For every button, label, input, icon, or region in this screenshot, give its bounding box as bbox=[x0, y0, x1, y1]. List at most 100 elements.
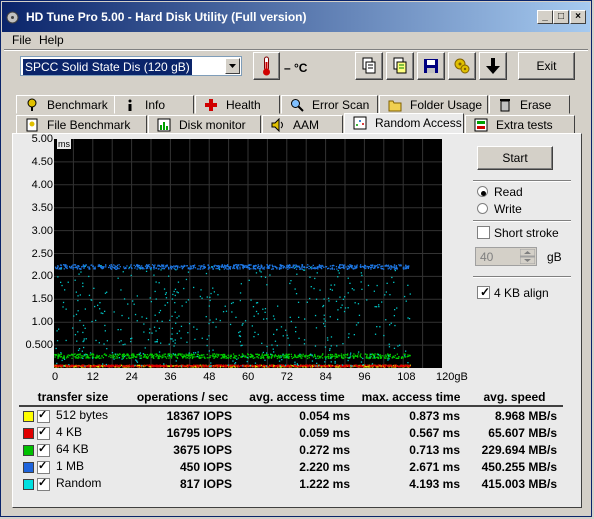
data-point bbox=[261, 342, 263, 344]
data-point bbox=[102, 267, 105, 269]
data-point bbox=[341, 355, 343, 357]
data-point bbox=[380, 267, 382, 270]
series-checkbox[interactable] bbox=[37, 476, 50, 491]
data-point bbox=[334, 360, 336, 363]
tab-health[interactable]: Health bbox=[195, 95, 280, 114]
temperature-button[interactable] bbox=[253, 52, 280, 80]
tab-aam[interactable]: AAM bbox=[262, 115, 343, 134]
data-point bbox=[266, 356, 268, 359]
data-point bbox=[292, 264, 294, 266]
data-point bbox=[210, 365, 212, 367]
data-point bbox=[279, 264, 281, 266]
tab-benchmark[interactable]: Benchmark bbox=[16, 95, 115, 114]
data-point bbox=[237, 357, 239, 359]
x-tick-label: 48 bbox=[203, 371, 216, 383]
data-point bbox=[311, 266, 313, 268]
data-point bbox=[155, 281, 157, 283]
data-point bbox=[203, 354, 205, 356]
maximize-button[interactable]: □ bbox=[553, 10, 569, 24]
copy-all-button[interactable] bbox=[386, 52, 414, 80]
data-point bbox=[73, 315, 75, 317]
data-point bbox=[255, 310, 258, 313]
tab-disk-monitor[interactable]: Disk monitor bbox=[148, 115, 261, 134]
data-point bbox=[262, 308, 264, 310]
tab-erase[interactable]: Erase bbox=[489, 95, 570, 114]
start-button[interactable]: Start bbox=[477, 146, 553, 170]
tab-extra-tests[interactable]: Extra tests bbox=[465, 115, 575, 134]
data-point bbox=[136, 295, 138, 297]
data-point bbox=[79, 353, 81, 356]
data-point bbox=[87, 356, 90, 358]
spinner-arrows-icon[interactable] bbox=[520, 249, 535, 264]
exit-button[interactable]: Exit bbox=[518, 52, 575, 80]
data-point bbox=[180, 365, 183, 367]
start-button-label: Start bbox=[502, 151, 528, 165]
drive-select[interactable]: SPCC Solid State Dis (120 gB) bbox=[20, 56, 242, 76]
data-point bbox=[383, 357, 386, 359]
tab-random-access[interactable]: Random Access bbox=[344, 113, 464, 133]
align-label: 4 KB align bbox=[494, 286, 549, 300]
data-point bbox=[399, 364, 402, 367]
series-checkbox[interactable] bbox=[37, 408, 50, 423]
data-point bbox=[98, 342, 100, 344]
save-button[interactable] bbox=[417, 52, 445, 80]
data-point bbox=[405, 350, 407, 352]
data-point bbox=[294, 264, 296, 266]
data-point bbox=[117, 277, 119, 279]
data-point bbox=[247, 365, 249, 368]
data-point bbox=[183, 264, 185, 267]
tab-file-benchmark[interactable]: File Benchmark bbox=[16, 115, 147, 134]
series-checkbox[interactable] bbox=[37, 425, 50, 440]
data-point bbox=[188, 357, 190, 359]
tab-folder-usage[interactable]: Folder Usage bbox=[379, 95, 488, 114]
data-point bbox=[151, 354, 153, 356]
data-point bbox=[395, 357, 397, 359]
short-stroke-spinner[interactable]: 40 bbox=[475, 247, 537, 266]
data-point bbox=[62, 264, 65, 266]
y-tick-label: 2.50 bbox=[31, 247, 53, 260]
menu-bar: File Help bbox=[2, 32, 590, 48]
data-point bbox=[399, 344, 401, 346]
data-point bbox=[133, 303, 135, 305]
series-checkbox[interactable] bbox=[37, 442, 50, 457]
chevron-down-icon[interactable] bbox=[225, 58, 240, 74]
data-point bbox=[273, 351, 275, 353]
menu-help[interactable]: Help bbox=[39, 33, 64, 47]
data-point bbox=[117, 354, 120, 356]
menu-file[interactable]: File bbox=[12, 33, 31, 47]
data-point bbox=[226, 365, 228, 367]
data-point bbox=[185, 265, 187, 267]
data-point bbox=[329, 316, 331, 318]
col-avg-speed: avg. speed bbox=[466, 389, 563, 407]
data-point bbox=[65, 357, 68, 359]
data-point bbox=[160, 269, 162, 271]
data-point bbox=[294, 361, 296, 363]
data-point bbox=[388, 343, 390, 345]
download-button[interactable] bbox=[479, 52, 507, 80]
data-point bbox=[148, 332, 151, 334]
data-point bbox=[376, 326, 378, 328]
minimize-button[interactable]: _ bbox=[537, 10, 553, 24]
ops-cell: 817 IOPS bbox=[179, 476, 232, 491]
data-point bbox=[267, 265, 269, 267]
data-point bbox=[54, 266, 57, 268]
data-point bbox=[349, 356, 351, 358]
tab-info[interactable]: Info bbox=[114, 95, 194, 114]
data-point bbox=[245, 366, 247, 368]
options-button[interactable] bbox=[448, 52, 476, 80]
copy-button[interactable] bbox=[355, 52, 383, 80]
tab-error-scan[interactable]: Error Scan bbox=[281, 95, 378, 114]
data-point bbox=[378, 306, 380, 308]
data-point bbox=[130, 265, 132, 267]
data-point bbox=[56, 340, 59, 342]
data-point bbox=[316, 362, 318, 364]
close-button[interactable]: × bbox=[570, 10, 586, 24]
series-checkbox[interactable] bbox=[37, 459, 50, 474]
data-point bbox=[207, 268, 209, 270]
data-point bbox=[389, 294, 391, 296]
data-point bbox=[189, 354, 191, 356]
data-point bbox=[131, 356, 133, 358]
data-point bbox=[344, 307, 347, 309]
data-point bbox=[380, 356, 383, 359]
data-point bbox=[164, 356, 167, 358]
